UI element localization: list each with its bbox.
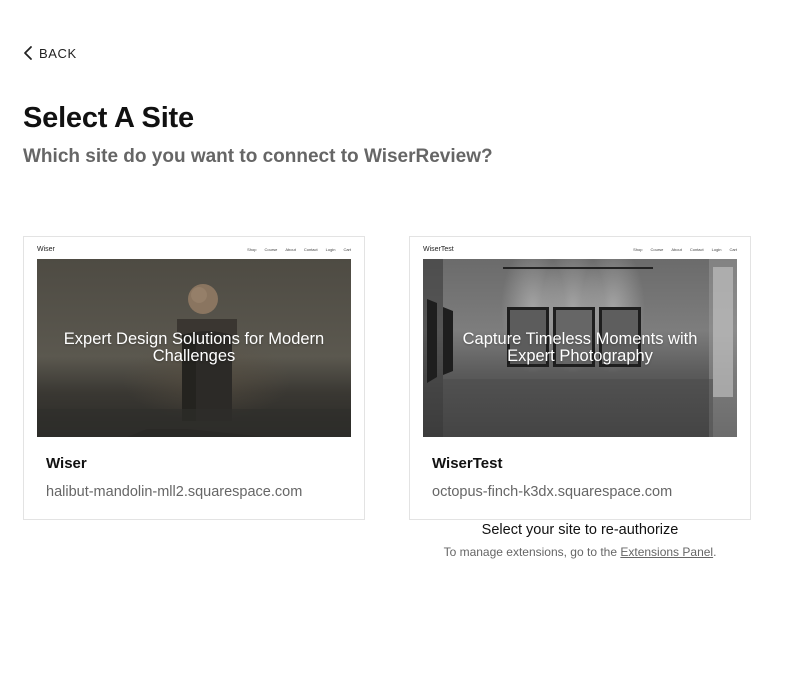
manage-extensions-hint: To manage extensions, go to the Extensio…: [409, 545, 751, 559]
page-subtitle: Which site do you want to connect to Wis…: [23, 146, 493, 167]
site-preview-image: Capture Timeless Moments with Expert Pho…: [423, 259, 737, 437]
site-domain: octopus-finch-k3dx.squarespace.com: [432, 484, 673, 500]
preview-nav-link: Shop: [633, 246, 643, 252]
preview-logo: WiserTest: [423, 245, 454, 253]
preview-headline: Capture Timeless Moments with Expert Pho…: [462, 330, 698, 365]
preview-nav-link: Login: [325, 246, 336, 252]
site-name: Wiser: [46, 455, 87, 472]
manage-prefix: To manage extensions, go to the: [443, 545, 621, 559]
back-label: BACK: [39, 45, 77, 61]
preview-logo: Wiser: [37, 245, 55, 253]
preview-nav-link: Cart: [343, 246, 351, 252]
site-name: WiserTest: [432, 455, 503, 472]
preview-nav-link: Course: [264, 246, 278, 252]
preview-nav: WiserTest Shop Course About Contact Logi…: [423, 244, 737, 254]
preview-nav-links: Shop Course About Contact Login Cart: [247, 247, 351, 252]
preview-nav-link: Login: [711, 246, 722, 252]
preview-headline: Expert Design Solutions for Modern Chall…: [63, 330, 325, 365]
preview-nav-link: Cart: [729, 246, 737, 252]
site-preview-image: Expert Design Solutions for Modern Chall…: [37, 259, 351, 437]
preview-nav-link: About: [671, 246, 682, 252]
preview-nav-link: Shop: [247, 246, 257, 252]
page-title: Select A Site: [23, 102, 194, 134]
manage-suffix: .: [713, 545, 717, 559]
site-card-wisertest[interactable]: WiserTest Shop Course About Contact Logi…: [409, 236, 751, 520]
preview-nav-link: Course: [650, 246, 664, 252]
reauthorize-hint: Select your site to re-authorize: [481, 522, 679, 538]
chevron-left-icon: [24, 46, 32, 60]
preview-nav-link: About: [285, 246, 296, 252]
site-domain: halibut-mandolin-mll2.squarespace.com: [46, 484, 303, 500]
preview-nav-link: Contact: [689, 246, 704, 252]
site-card-wiser[interactable]: Wiser Shop Course About Contact Login Ca…: [23, 236, 365, 520]
preview-nav-links: Shop Course About Contact Login Cart: [633, 247, 737, 252]
preview-nav: Wiser Shop Course About Contact Login Ca…: [37, 244, 351, 254]
back-button[interactable]: BACK: [23, 45, 77, 61]
preview-nav-link: Contact: [303, 246, 318, 252]
extensions-panel-link[interactable]: Extensions Panel: [620, 545, 713, 559]
